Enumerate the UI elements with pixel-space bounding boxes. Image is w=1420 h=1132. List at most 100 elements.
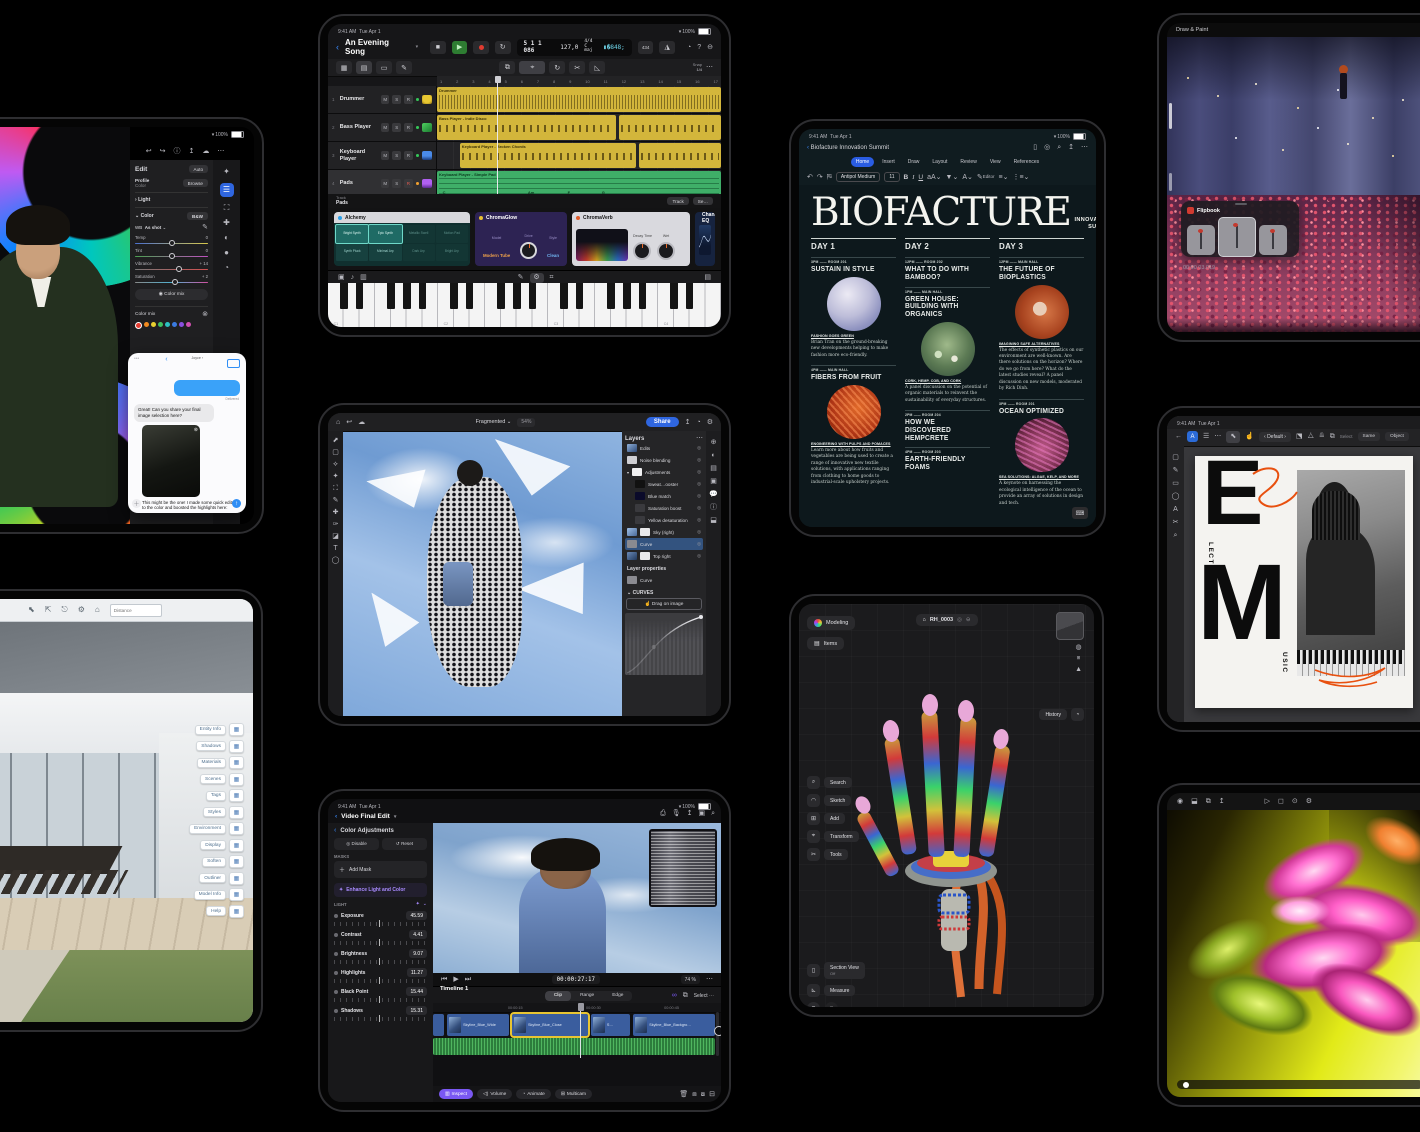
flip-icon[interactable]: ⧊: [1308, 433, 1314, 440]
contrast-icon[interactable]: ◐: [711, 452, 715, 459]
glue-tool[interactable]: ⌖: [519, 61, 545, 74]
editor-icon[interactable]: ✎ Editor: [977, 174, 995, 181]
mask-icon[interactable]: ▣: [710, 478, 717, 485]
viewer[interactable]: [433, 823, 721, 973]
panel-button-row[interactable]: Styles▦: [189, 806, 244, 819]
tab-home[interactable]: Home: [851, 157, 874, 167]
slider-ticks[interactable]: [334, 1017, 427, 1021]
multicam-button[interactable]: ⊞ Multicam: [555, 1089, 592, 1099]
share-icon[interactable]: ⎋: [61, 606, 67, 614]
pencil-icon[interactable]: ✎: [518, 274, 524, 281]
slider-value[interactable]: 15.44: [406, 987, 427, 996]
drag-handle[interactable]: [1235, 203, 1247, 205]
panel-button-row[interactable]: Shadows▦: [189, 740, 244, 753]
masking-icon[interactable]: ◐: [224, 234, 229, 242]
settings-icon[interactable]: ⚙: [707, 419, 713, 426]
edit-mode-segment[interactable]: ClipRangeEdge: [545, 991, 633, 1001]
back-icon[interactable]: ‹: [336, 42, 339, 52]
select-menu[interactable]: Select ⋯: [694, 993, 714, 999]
render-icon[interactable]: ◔: [687, 44, 691, 51]
enhance-button[interactable]: ✦Enhance Light and Color: [334, 883, 427, 897]
play-button[interactable]: ▶: [452, 41, 468, 54]
panel-button-icon[interactable]: ▦: [229, 806, 244, 819]
panel-button-icon[interactable]: ▦: [229, 905, 244, 918]
edit-icon[interactable]: ☰: [220, 183, 234, 197]
project-title[interactable]: An Evening Song: [345, 38, 410, 56]
layer-row[interactable]: Edits◎: [625, 442, 703, 454]
animate-button[interactable]: ◔ Animate: [516, 1089, 551, 1099]
heal-tool-icon[interactable]: ✚: [333, 509, 339, 516]
count-in-button[interactable]: 434: [638, 41, 654, 54]
more-icon[interactable]: ⋯: [706, 976, 713, 983]
extract-icon[interactable]: ⧈: [692, 1091, 696, 1098]
alchemy-preset-cell[interactable]: Synth Pluck: [336, 244, 368, 262]
layer-row[interactable]: Sky (right)◎: [625, 526, 703, 538]
flower-canvas[interactable]: [1167, 810, 1420, 1097]
layer-row[interactable]: Top right◎: [625, 550, 703, 562]
search-icon[interactable]: ⌕: [1057, 144, 1061, 151]
eye-icon[interactable]: ◎: [697, 517, 701, 523]
poster-page[interactable]: E LECTRONIC M USIC: [1195, 456, 1413, 708]
layer-properties-item[interactable]: Curve: [625, 574, 703, 586]
bw-button[interactable]: B&W: [187, 212, 208, 220]
modeling-pill[interactable]: Modeling: [807, 616, 855, 630]
settings-icon[interactable]: ⊖: [707, 44, 713, 51]
eye-icon[interactable]: ◎: [697, 529, 701, 535]
poster-letter-e[interactable]: E: [1202, 458, 1261, 530]
rect-tool-icon[interactable]: ▭: [1172, 480, 1179, 487]
record-enable-button[interactable]: R: [404, 95, 413, 104]
highlight-icon[interactable]: ▼⌄: [946, 174, 959, 181]
clip[interactable]: Skyline_Blue_Wide: [447, 1014, 509, 1036]
keyboard-icon[interactable]: ▤: [704, 274, 711, 281]
region-pads[interactable]: Keyboard Player - Simple Pad C Am F G: [437, 171, 721, 196]
text-effects-icon[interactable]: aA⌄: [927, 174, 941, 181]
fade-tool[interactable]: ◺: [589, 61, 605, 74]
poster-photo[interactable]: [1297, 470, 1405, 676]
trash-icon[interactable]: 🗑: [679, 1091, 688, 1098]
font-color-icon[interactable]: A⌄: [962, 174, 973, 181]
slider-ticks[interactable]: [334, 922, 427, 926]
help-icon[interactable]: ?: [697, 44, 701, 51]
volume-button[interactable]: ◁) Volume: [477, 1089, 512, 1099]
eye-icon[interactable]: ◎: [697, 445, 701, 451]
snap-setting[interactable]: Snap1/4: [693, 63, 702, 73]
doc-title[interactable]: ‹ Biofacture Innovation Summit: [807, 145, 889, 151]
piano-keyboard[interactable]: C1 C2 C3 C4: [328, 283, 721, 327]
zoom-tool-icon[interactable]: ⌕: [1174, 532, 1178, 539]
back-icon[interactable]: ‹: [165, 356, 167, 363]
slider-value[interactable]: 4.41: [409, 930, 427, 939]
append-icon[interactable]: ⊟: [709, 1091, 715, 1098]
eye-icon[interactable]: ◎: [697, 469, 701, 475]
layers-icon[interactable]: ▤: [710, 465, 717, 472]
app-icon[interactable]: A: [1187, 431, 1198, 442]
same-button[interactable]: Same: [1358, 432, 1381, 441]
undo-icon[interactable]: ↶: [807, 174, 813, 181]
panel-button-row[interactable]: Materials▦: [189, 756, 244, 769]
orientation-cube[interactable]: [1056, 612, 1084, 640]
brush-tool-icon[interactable]: ✑: [333, 521, 339, 528]
cycle-button[interactable]: ↻: [495, 41, 511, 54]
lock-icon[interactable]: ⬓: [1191, 798, 1198, 805]
mute-button[interactable]: M: [381, 179, 390, 188]
copy-icon[interactable]: ⧉: [499, 61, 515, 74]
tips-icon[interactable]: ◎: [1044, 144, 1050, 151]
eye-icon[interactable]: ◎: [697, 481, 701, 487]
note-icon[interactable]: ♪: [351, 274, 355, 281]
window-dots[interactable]: •••: [134, 356, 139, 362]
clip-selected[interactable]: Skyline_Blue_Close: [512, 1014, 588, 1036]
poster-word-usic[interactable]: USIC: [1281, 652, 1288, 674]
camera-icon[interactable]: ⊙: [1292, 798, 1298, 805]
settings-icon[interactable]: ⚙: [530, 273, 544, 283]
layer-row[interactable]: Sweat…ooster◎: [625, 478, 703, 490]
panel-button-row[interactable]: Display▦: [189, 839, 244, 852]
region-icon[interactable]: ▭: [376, 61, 392, 74]
share-icon[interactable]: ↥: [188, 148, 194, 155]
zoom-level[interactable]: 74 %: [681, 975, 700, 984]
layer-row[interactable]: Yellow desaturation◎: [625, 514, 703, 526]
font-name-select[interactable]: Antipol Medium: [836, 172, 880, 182]
timeline-name[interactable]: Timeline 1: [440, 986, 468, 992]
adjustment-slider[interactable]: Contrast4.41: [334, 930, 427, 945]
canvas-night-sky[interactable]: [1167, 37, 1420, 195]
more-icon[interactable]: ⋯: [706, 64, 713, 71]
panel-button-row[interactable]: Scenes▦: [189, 773, 244, 786]
